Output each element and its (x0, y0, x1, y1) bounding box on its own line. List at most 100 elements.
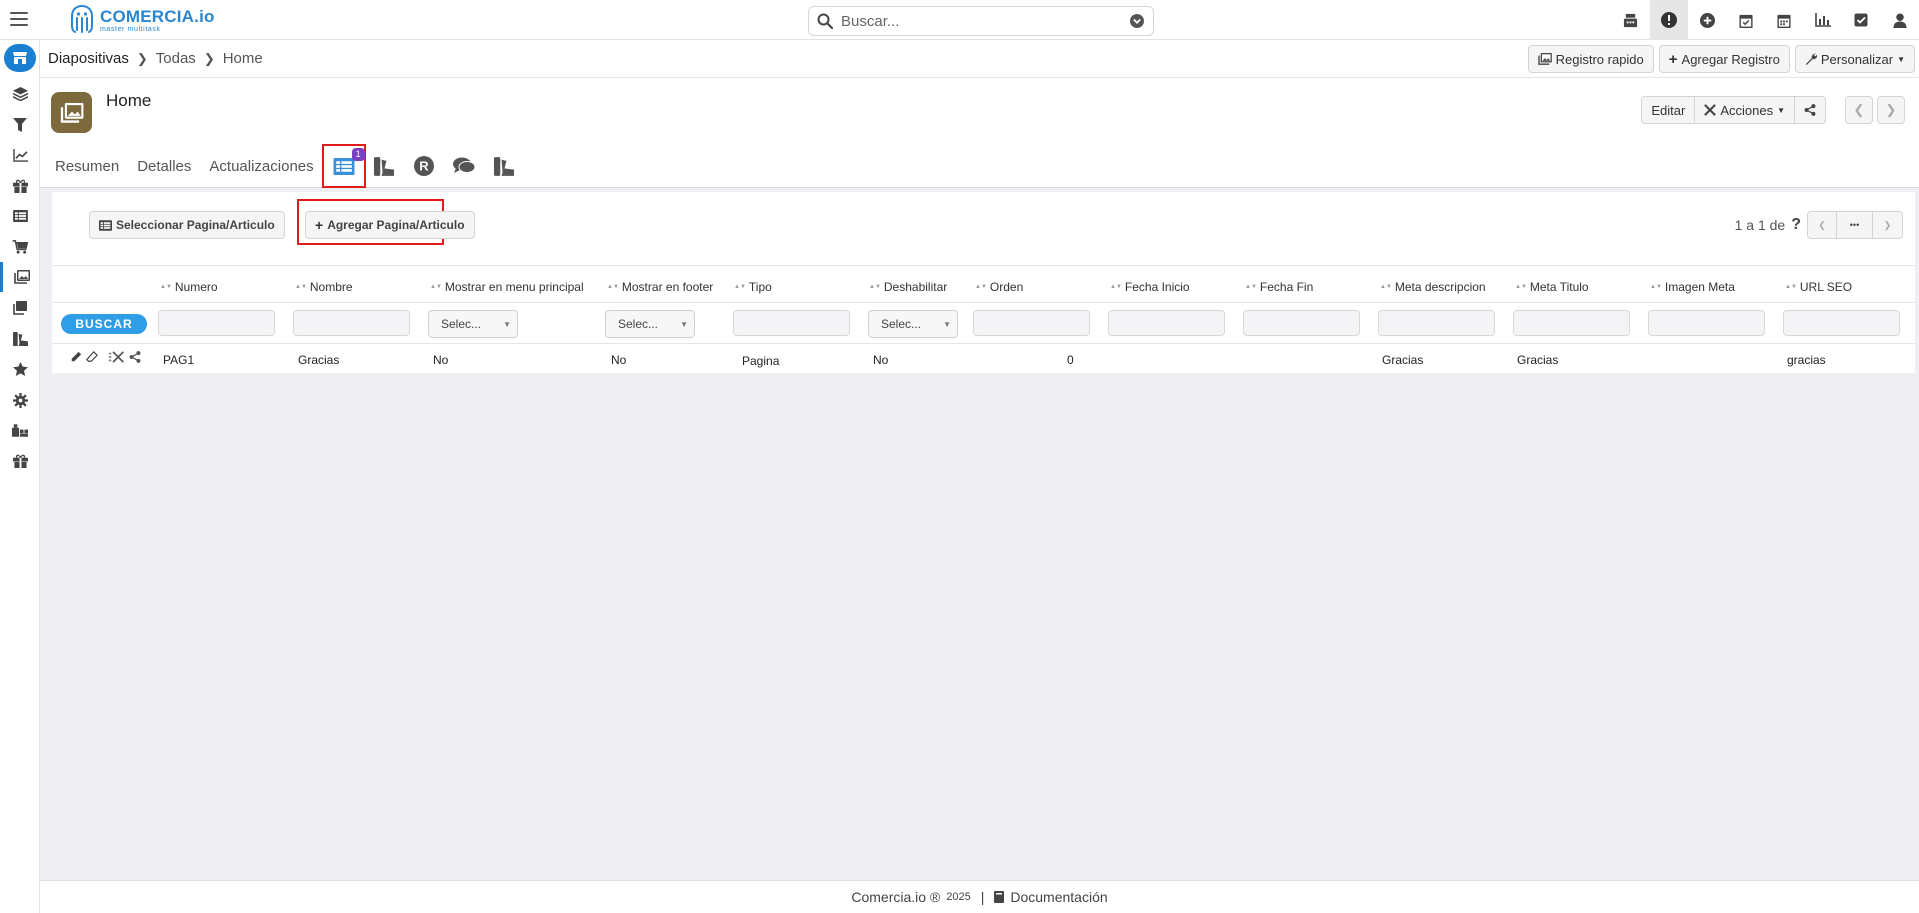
filter-meta-titulo-input[interactable] (1513, 310, 1630, 336)
user-icon[interactable] (1881, 0, 1919, 40)
filter-fecha-inicio-input[interactable] (1108, 310, 1225, 336)
plus-circle-icon[interactable] (1688, 0, 1727, 40)
column-label: Orden (989, 280, 1024, 294)
sidebar-item-cart[interactable] (0, 232, 40, 262)
tab-swatches[interactable] (370, 152, 398, 180)
column-meta-titulo[interactable]: ▲▼ Meta Titulo (1515, 280, 1589, 294)
cell-numero: PAG1 (163, 353, 195, 367)
previous-record-button[interactable]: ❮ (1845, 96, 1873, 124)
sidebar-item-warehouse[interactable] (0, 415, 40, 445)
docs-icon (13, 301, 27, 315)
filter-fecha-fin-input[interactable] (1243, 310, 1360, 336)
add-record-button[interactable]: + Agregar Registro (1658, 45, 1790, 73)
tab-actualizaciones[interactable]: Actualizaciones (209, 158, 313, 175)
sidebar-item-filter[interactable] (0, 110, 40, 140)
swatch-icon (493, 156, 514, 176)
checkbox-icon[interactable] (1842, 0, 1881, 40)
logo[interactable]: COMERCIA.io master multitask (68, 4, 215, 36)
sidebar-item-store[interactable] (0, 40, 40, 78)
calendar-check-icon[interactable] (1727, 0, 1766, 40)
caret-down-icon: ▼ (680, 319, 688, 329)
menu-toggle-icon[interactable] (8, 9, 30, 29)
edit-button[interactable]: Editar (1641, 96, 1696, 124)
sidebar-item-gifts-2[interactable] (0, 446, 40, 476)
pencil-icon[interactable] (70, 351, 82, 363)
next-page-button[interactable]: ❯ (1873, 211, 1903, 239)
actions-dropdown[interactable]: Acciones ▼ (1695, 96, 1795, 124)
sidebar-item-favorites[interactable] (0, 354, 40, 384)
tab-resumen[interactable]: Resumen (55, 158, 119, 175)
filter-imagen-meta-input[interactable] (1648, 310, 1765, 336)
column-fecha-fin[interactable]: ▲▼ Fecha Fin (1245, 280, 1313, 294)
eraser-icon[interactable] (86, 351, 98, 363)
share-button[interactable] (1795, 96, 1826, 124)
more-pages-button[interactable]: ••• (1837, 211, 1873, 239)
column-deshabilitar[interactable]: ▲▼ Deshabilitar (869, 280, 947, 294)
tab-comments[interactable] (450, 152, 478, 180)
sort-icon: ▲▼ (430, 283, 442, 290)
filter-orden-input[interactable] (973, 310, 1090, 336)
tab-swatches-2[interactable] (490, 152, 518, 180)
tools-icon[interactable] (108, 351, 125, 363)
footer: Comercia.io ® 2025 | Documentación (40, 880, 1919, 913)
sidebar-item-analytics[interactable] (0, 140, 40, 170)
sort-icon: ▲▼ (295, 283, 307, 290)
breadcrumb-item-todas[interactable]: Todas (156, 50, 196, 67)
column-menu[interactable]: ▲▼ Mostrar en menu principal (430, 280, 584, 294)
next-record-button[interactable]: ❯ (1877, 96, 1905, 124)
add-page-article-button[interactable]: + Agregar Pagina/Articulo (305, 211, 475, 239)
octopus-logo-icon (71, 5, 93, 33)
help-icon[interactable]: ? (1791, 216, 1801, 234)
gift-icon (12, 179, 28, 193)
filter-meta-descripcion-input[interactable] (1378, 310, 1495, 336)
search-input[interactable] (841, 12, 1129, 30)
filter-nombre-input[interactable] (293, 310, 410, 336)
sidebar-item-gifts[interactable] (0, 171, 40, 201)
filter-deshabilitar-select[interactable]: Selec... ▼ (868, 310, 958, 338)
chevron-down-circle-icon[interactable] (1129, 13, 1145, 29)
bar-chart-icon[interactable] (1804, 0, 1843, 40)
customize-button[interactable]: Personalizar ▼ (1794, 45, 1915, 73)
sort-icon: ▲▼ (160, 283, 172, 290)
documentation-link[interactable]: Documentación (1010, 889, 1107, 905)
filter-menu-select[interactable]: Selec... ▼ (428, 310, 518, 338)
cell-menu: No (433, 353, 449, 367)
quick-record-button[interactable]: Registro rapido (1527, 45, 1654, 73)
tab-registered[interactable]: R (410, 152, 438, 180)
calculator-icon[interactable] (1611, 0, 1650, 40)
select-page-article-button[interactable]: Seleccionar Pagina/Articulo (89, 211, 285, 239)
breadcrumb-item-diapositivas[interactable]: Diapositivas (48, 50, 129, 67)
sidebar-item-layers[interactable] (0, 79, 40, 109)
column-footer[interactable]: ▲▼ Mostrar en footer (607, 280, 713, 294)
previous-page-button[interactable]: ❮ (1807, 211, 1837, 239)
tab-detalles[interactable]: Detalles (137, 158, 191, 175)
filter-footer-select[interactable]: Selec... ▼ (605, 310, 695, 338)
filter-row: BUSCAR Selec... ▼ Selec... ▼ Selec... ▼ (52, 302, 1915, 344)
column-nombre[interactable]: ▲▼ Nombre (295, 280, 353, 294)
plus-icon: + (315, 217, 324, 233)
filter-numero-input[interactable] (158, 310, 275, 336)
column-url-seo[interactable]: ▲▼ URL SEO (1785, 280, 1852, 294)
column-meta-descripcion[interactable]: ▲▼ Meta descripcion (1380, 280, 1486, 294)
sidebar-item-docs[interactable] (0, 293, 40, 323)
sidebar-item-swatches[interactable] (0, 324, 40, 354)
sidebar-item-settings[interactable] (0, 385, 40, 415)
column-fecha-inicio[interactable]: ▲▼ Fecha Inicio (1110, 280, 1190, 294)
sidebar-item-slides[interactable] (0, 262, 40, 292)
buscar-button[interactable]: BUSCAR (61, 314, 147, 334)
sidebar-item-list[interactable] (0, 201, 40, 231)
share-icon[interactable] (129, 351, 141, 363)
plus-icon: + (1668, 50, 1678, 68)
logo-name: COMERCIA.io (100, 6, 215, 26)
column-label: Numero (174, 280, 218, 294)
alert-icon[interactable] (1649, 0, 1688, 40)
filter-url-seo-input[interactable] (1783, 310, 1900, 336)
column-numero[interactable]: ▲▼ Numero (160, 280, 218, 294)
column-imagen-meta[interactable]: ▲▼ Imagen Meta (1650, 280, 1735, 294)
tab-pages-articles[interactable]: 1 (321, 144, 366, 188)
filter-tipo-input[interactable] (733, 310, 850, 336)
column-orden[interactable]: ▲▼ Orden (975, 280, 1023, 294)
calendar-icon[interactable] (1765, 0, 1804, 40)
column-tipo[interactable]: ▲▼ Tipo (734, 280, 772, 294)
logo-tagline: master multitask (100, 25, 161, 33)
